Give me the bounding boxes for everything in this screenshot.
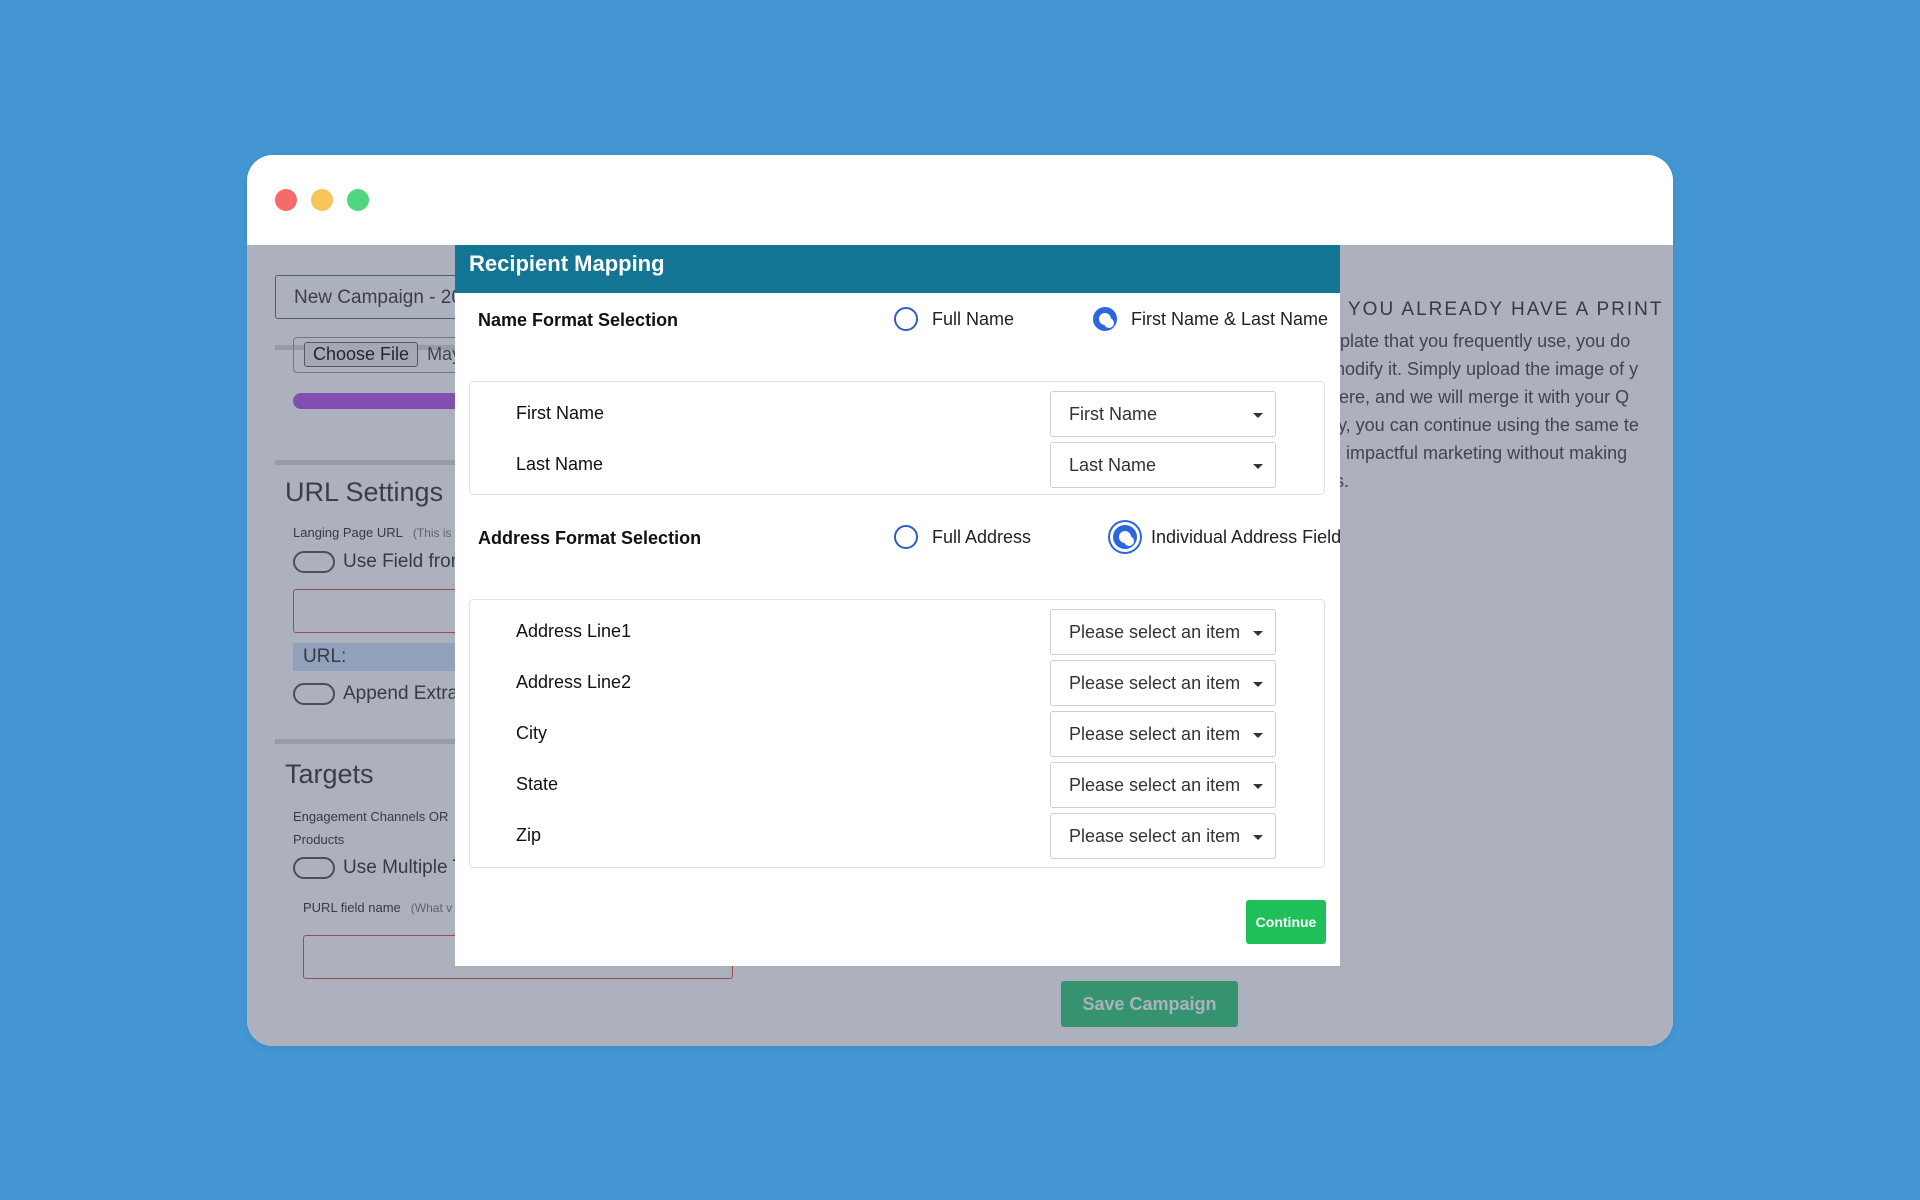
title-bar	[247, 155, 1673, 245]
minimize-window-button[interactable]	[311, 189, 333, 211]
address-mapping-box: Address Line1 Please select an item Addr…	[469, 599, 1325, 868]
state-select[interactable]: Please select an item	[1050, 762, 1276, 808]
mapping-row-first-name: First Name First Name	[470, 391, 1324, 439]
radio-individual-address-label: Individual Address Field	[1151, 526, 1342, 547]
radio-full-name-indicator[interactable]	[894, 307, 918, 331]
mapping-row-state: State Please select an item	[470, 762, 1324, 810]
page-content: New Campaign - 202 Choose File May URL S…	[247, 245, 1673, 1046]
maximize-window-button[interactable]	[347, 189, 369, 211]
recipient-mapping-modal: Recipient Mapping Name Format Selection …	[455, 245, 1341, 966]
chevron-down-icon	[1253, 464, 1263, 469]
name-mapping-box: First Name First Name Last Name Last Nam…	[469, 381, 1325, 495]
name-format-title: Name Format Selection	[478, 310, 679, 330]
city-select[interactable]: Please select an item	[1050, 711, 1276, 757]
mapping-row-address-line2: Address Line2 Please select an item	[470, 660, 1324, 708]
radio-full-name[interactable]: Full Name	[894, 307, 1014, 331]
radio-individual-address[interactable]: Individual Address Field	[1113, 525, 1341, 549]
last-name-select[interactable]: Last Name	[1050, 442, 1276, 488]
radio-full-address[interactable]: Full Address	[894, 525, 1031, 549]
radio-first-last-name[interactable]: First Name & Last Name	[1093, 307, 1328, 331]
radio-first-last-name-indicator[interactable]	[1093, 307, 1117, 331]
radio-full-address-label: Full Address	[932, 526, 1032, 547]
zip-select[interactable]: Please select an item	[1050, 813, 1276, 859]
app-window: New Campaign - 202 Choose File May URL S…	[247, 155, 1673, 1046]
close-window-button[interactable]	[275, 189, 297, 211]
chevron-down-icon	[1253, 835, 1263, 840]
state-label: State	[516, 774, 559, 794]
modal-title: Recipient Mapping	[469, 251, 665, 276]
address-line1-label: Address Line1	[516, 621, 632, 641]
radio-first-last-name-label: First Name & Last Name	[1131, 308, 1329, 329]
address-line1-select[interactable]: Please select an item	[1050, 609, 1276, 655]
radio-full-name-label: Full Name	[932, 308, 1015, 329]
radio-individual-address-indicator[interactable]	[1113, 525, 1137, 549]
mapping-row-address-line1: Address Line1 Please select an item	[470, 609, 1324, 657]
city-label: City	[516, 723, 547, 743]
address-line2-select[interactable]: Please select an item	[1050, 660, 1276, 706]
mapping-row-last-name: Last Name Last Name	[470, 442, 1324, 490]
address-line2-label: Address Line2	[516, 672, 632, 692]
chevron-down-icon	[1253, 682, 1263, 687]
mapping-row-city: City Please select an item	[470, 711, 1324, 759]
radio-full-address-indicator[interactable]	[894, 525, 918, 549]
first-name-label: First Name	[516, 403, 605, 423]
chevron-down-icon	[1253, 413, 1263, 418]
last-name-label: Last Name	[516, 454, 604, 474]
chevron-down-icon	[1253, 784, 1263, 789]
chevron-down-icon	[1253, 733, 1263, 738]
mapping-row-zip: Zip Please select an item	[470, 813, 1324, 861]
address-format-title: Address Format Selection	[478, 528, 702, 548]
continue-button[interactable]: Continue	[1246, 900, 1326, 944]
modal-header: Recipient Mapping	[455, 245, 1340, 293]
chevron-down-icon	[1253, 631, 1263, 636]
first-name-select[interactable]: First Name	[1050, 391, 1276, 437]
zip-label: Zip	[516, 825, 542, 845]
